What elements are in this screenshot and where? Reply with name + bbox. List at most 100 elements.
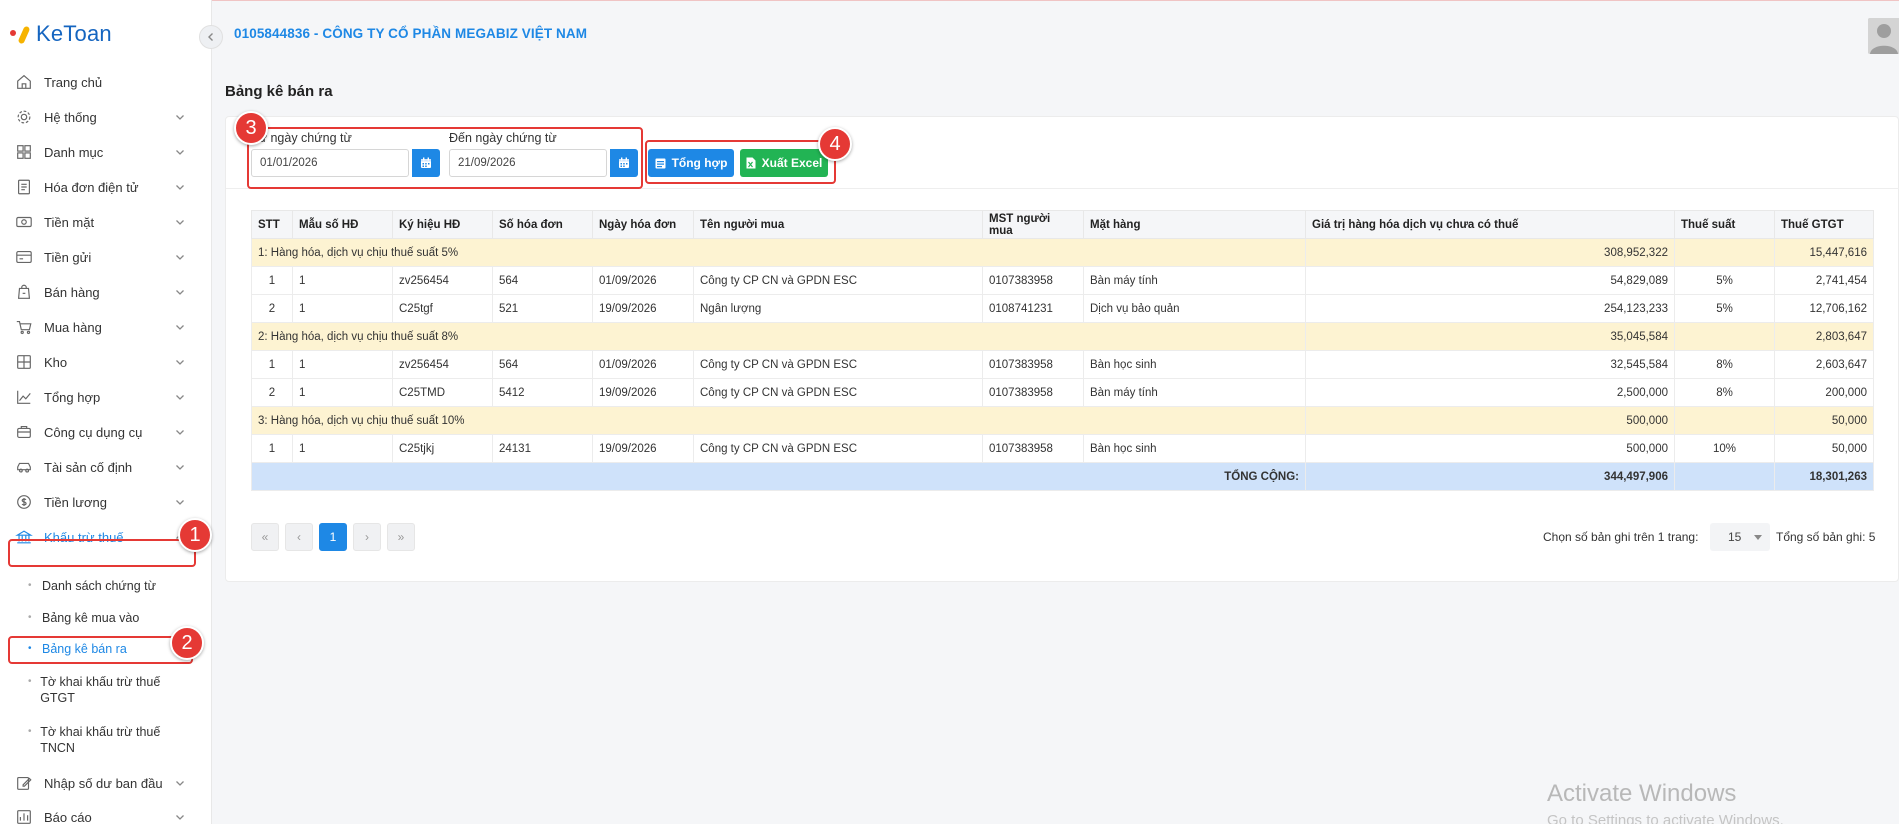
sidebar-item-0[interactable]: Trang chủ [8,67,196,97]
table-cell: 2,500,000 [1305,378,1675,407]
chevron-down-icon [176,290,184,295]
column-header-9[interactable]: Thuế suất [1674,210,1775,239]
sidebar-item-5[interactable]: Tiền gửi [8,242,196,272]
next-page-button[interactable]: › [353,523,381,551]
group-row: 1: Hàng hóa, dịch vụ chịu thuế suất 5% 3… [251,238,1874,267]
sidebar-icon-1 [14,107,34,127]
column-header-2[interactable]: Ký hiệu HĐ [392,210,493,239]
table-cell: Công ty CP CN và GPDN ESC [693,350,983,379]
sidebar-subitem-1[interactable]: • Bảng kê mua vào [28,610,198,626]
report-icon [17,810,31,824]
column-header-3[interactable]: Số hóa đơn [492,210,593,239]
sidebar-icon-6 [14,282,34,302]
column-header-0[interactable]: STT [251,210,293,239]
warehouse-icon [17,355,31,369]
group-rate-empty [1674,406,1775,435]
sidebar-subitem-3[interactable]: • Tờ khai khấu trừ thuế GTGT [28,674,178,706]
table-cell: 1 [292,294,393,323]
sidebar-item-label: Tiền lương [44,494,107,510]
sidebar-item-label: Bán hàng [44,284,100,300]
sidebar-item-3[interactable]: Hóa đơn điện tử [8,172,196,202]
page-button-current[interactable]: 1 [319,523,347,551]
column-header-7[interactable]: Mặt hàng [1083,210,1306,239]
sidebar-item-8[interactable]: Kho [8,347,196,377]
sidebar-icon-12 [14,492,34,512]
highlight-sales-ledger [8,636,193,664]
group-subtotal-value: 500,000 [1305,406,1675,435]
sidebar-item-9[interactable]: Tổng hợp [8,382,196,412]
chevron-down-icon [176,185,184,190]
sidebar-item-12[interactable]: Tiền lương [8,487,196,517]
table-cell: 1 [251,266,293,295]
sidebar-item-6[interactable]: Bán hàng [8,277,196,307]
table-cell: 19/09/2026 [592,294,694,323]
column-header-4[interactable]: Ngày hóa đơn [592,210,694,239]
sidebar-chevron [172,462,188,472]
table-cell: Công ty CP CN và GPDN ESC [693,434,983,463]
sidebar-chevron [172,252,188,262]
column-header-5[interactable]: Tên người mua [693,210,983,239]
page-title: Bảng kê bán ra [225,83,333,100]
sidebar-icon-7 [14,317,34,337]
table-cell: 01/09/2026 [592,266,694,295]
total-records: Tổng số bản ghi: 5 [1776,523,1875,551]
sidebar-chevron [172,427,188,437]
column-header-6[interactable]: MST người mua [982,210,1084,239]
column-header-8[interactable]: Giá trị hàng hóa dịch vụ chưa có thuế [1305,210,1675,239]
group-row: 2: Hàng hóa, dịch vụ chịu thuế suất 8% 3… [251,322,1874,351]
chevron-down-icon [176,430,184,435]
sidebar-item-11[interactable]: Tài sản cố định [8,452,196,482]
column-header-1[interactable]: Mẫu số HĐ [292,210,393,239]
sidebar: KeToan Trang chủ Hệ thống Danh mục Hóa đ… [0,0,212,824]
chevron-left-icon: ‹ [297,530,301,544]
table-cell: C25TMD [392,378,493,407]
table-cell: 0107383958 [982,350,1084,379]
windows-watermark-subtitle: Go to Settings to activate Windows. [1547,812,1784,824]
sidebar-collapse-button[interactable] [199,25,223,49]
column-header-10[interactable]: Thuế GTGT [1774,210,1874,239]
sidebar-item-4[interactable]: Tiền mặt [8,207,196,237]
sidebar-subitem-label: Danh sách chứng từ [42,579,157,593]
sale-bag-icon [17,284,31,299]
sidebar-item-label: Công cụ dụng cụ [44,424,143,440]
sidebar-subitem-label: Tờ khai khấu trừ thuế TNCN [40,725,161,755]
prev-page-button[interactable]: ‹ [285,523,313,551]
table-cell: 54,829,089 [1305,266,1675,295]
chevron-left-icon [208,33,213,41]
first-page-button[interactable]: « [251,523,279,551]
sidebar-item-2[interactable]: Danh mục [8,137,196,167]
sidebar-item-label: Nhập số dư ban đầu [44,775,163,791]
table-row[interactable]: 1 1 zv256454 564 01/09/2026 Công ty CP CN và … [251,266,1874,295]
sidebar-after-item-1[interactable]: Báo cáo [8,802,196,824]
table-cell: 254,123,233 [1305,294,1675,323]
sidebar-subitem-label: Tờ khai khấu trừ thuế GTGT [40,675,161,705]
sidebar-chevron [172,217,188,227]
table-row[interactable]: 2 1 C25tgf 521 19/09/2026 Ngân lượng 010874123… [251,294,1874,323]
table-cell: 01/09/2026 [592,350,694,379]
sidebar-item-1[interactable]: Hệ thống [8,102,196,132]
table-cell: C25tjkj [392,434,493,463]
cart-icon [16,321,32,335]
table-row[interactable]: 2 1 C25TMD 5412 19/09/2026 Công ty CP CN và G… [251,378,1874,407]
table-row[interactable]: 1 1 zv256454 564 01/09/2026 Công ty CP CN và … [251,350,1874,379]
sidebar-subitem-4[interactable]: • Tờ khai khấu trừ thuế TNCN [28,724,178,756]
sidebar-subitem-0[interactable]: • Danh sách chứng từ [28,578,198,594]
last-page-button[interactable]: » [387,523,415,551]
table-cell: 2 [251,378,293,407]
total-records-value: 5 [1868,530,1876,544]
user-avatar[interactable] [1868,18,1899,54]
sidebar-after-item-0[interactable]: Nhập số dư ban đầu [8,768,196,798]
brand-logo[interactable]: KeToan [8,18,112,50]
highlight-action-buttons [645,140,836,184]
sidebar-item-label: Tài sản cố định [44,459,133,475]
sidebar-icon-10 [14,422,34,442]
table-row[interactable]: 1 1 C25tjkj 24131 19/09/2026 Công ty CP CN và… [251,434,1874,463]
sidebar-item-10[interactable]: Công cụ dụng cụ [8,417,196,447]
table-header-row: STT Mẫu số HĐ Ký hiệu HĐ Số hóa đơn Ngày hóa… [251,210,1874,239]
sidebar-item-7[interactable]: Mua hàng [8,312,196,342]
table-cell: Bàn học sinh [1083,434,1306,463]
sidebar-item-label: Hóa đơn điện tử [44,179,139,195]
chevron-down-icon [176,781,184,786]
table-cell: Dịch vụ bảo quản [1083,294,1306,323]
per-page-select[interactable]: 15 [1710,523,1770,551]
